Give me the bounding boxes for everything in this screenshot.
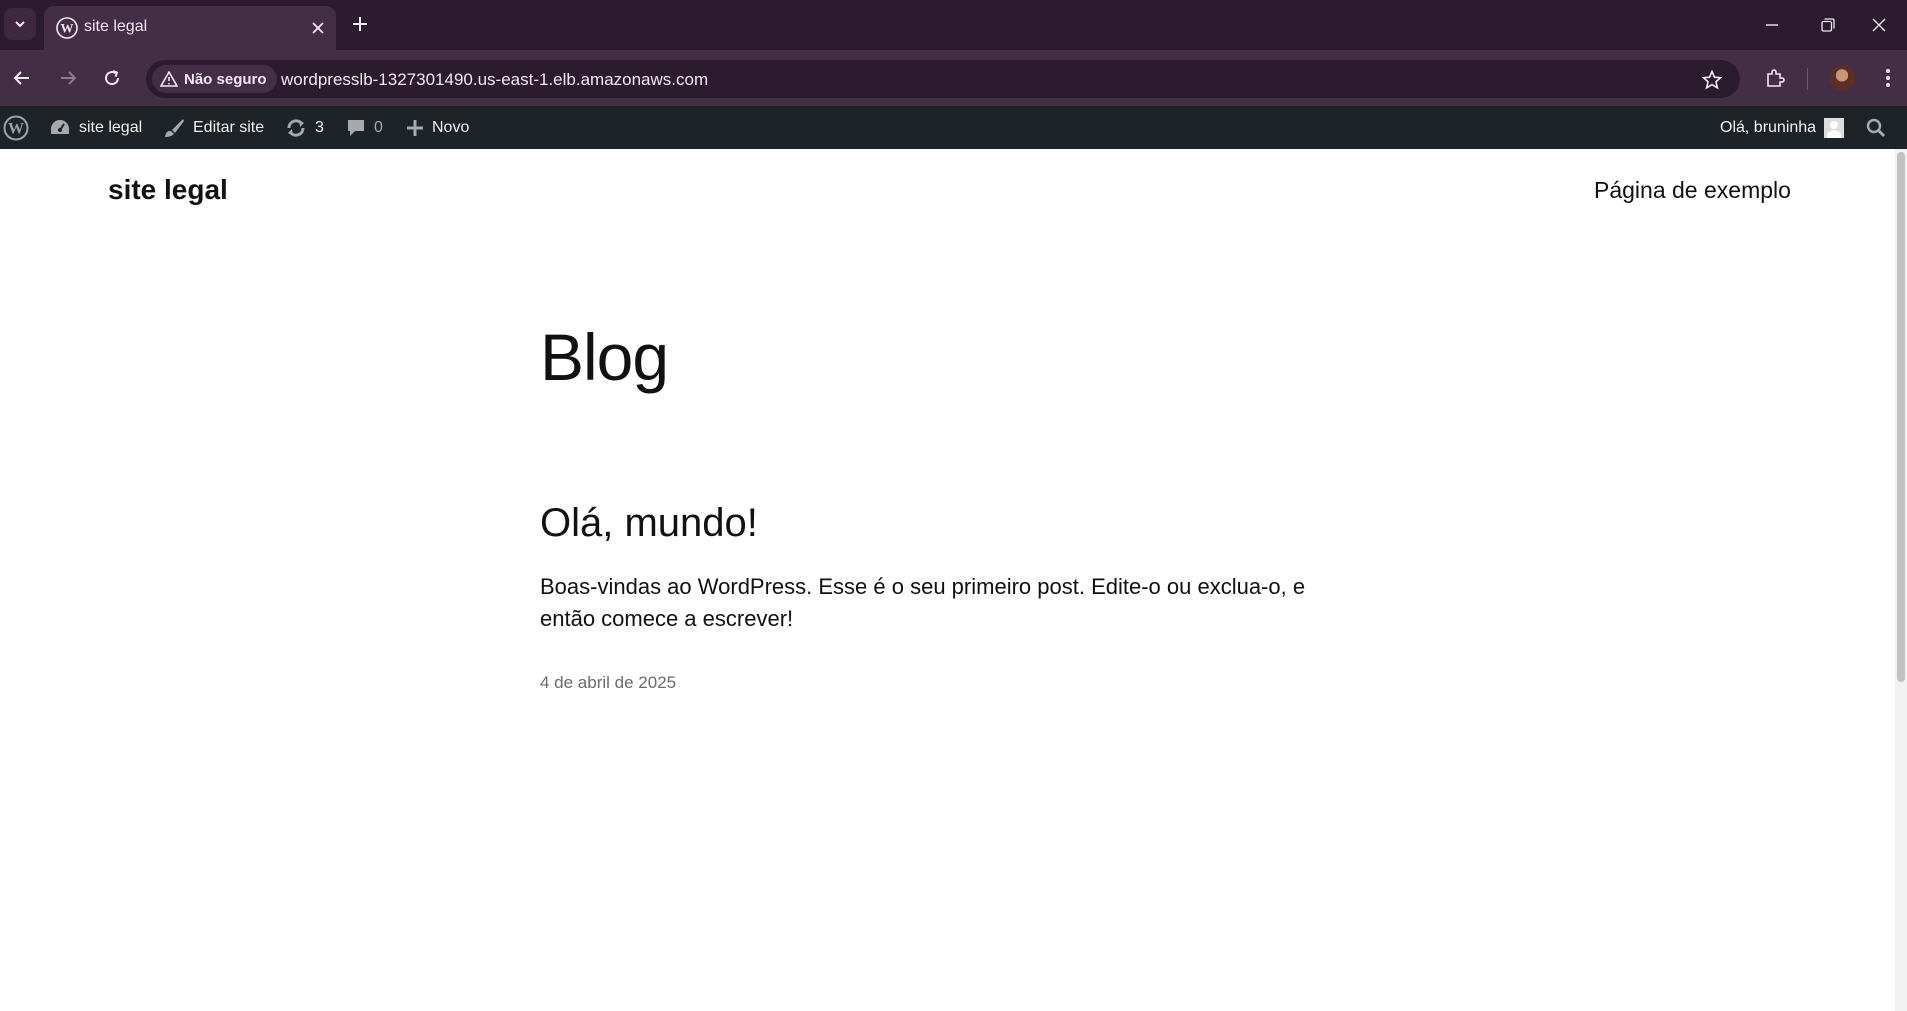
wordpress-logo-icon: W bbox=[3, 115, 29, 140]
greeting-label: Olá, bruninha bbox=[1720, 118, 1817, 136]
scrollbar-thumb[interactable] bbox=[1897, 152, 1905, 682]
site-name-menu[interactable]: site legal bbox=[49, 106, 142, 149]
address-bar[interactable]: Não seguro wordpresslb-1327301490.us-eas… bbox=[146, 60, 1740, 98]
extensions-icon bbox=[1767, 69, 1785, 87]
wp-admin-bar: W site legal Editar site 3 0 Novo Olá, b… bbox=[0, 106, 1907, 149]
page-title: Blog bbox=[540, 320, 669, 394]
site-name-label: site legal bbox=[79, 118, 143, 136]
new-tab-button[interactable] bbox=[348, 10, 372, 38]
toolbar-separator bbox=[1807, 68, 1808, 90]
wp-logo-menu[interactable]: W bbox=[3, 106, 29, 149]
admin-search-button[interactable] bbox=[1866, 106, 1886, 149]
reload-button[interactable] bbox=[96, 62, 128, 94]
post-date[interactable]: 4 de abril de 2025 bbox=[540, 673, 676, 693]
back-arrow-icon bbox=[13, 71, 29, 85]
nav-link-sample-page[interactable]: Página de exemplo bbox=[1594, 177, 1791, 204]
comment-icon bbox=[348, 119, 364, 136]
post-excerpt: Boas-vindas ao WordPress. Esse é o seu p… bbox=[540, 574, 1306, 631]
profile-avatar[interactable] bbox=[1829, 65, 1855, 91]
site-title[interactable]: site legal bbox=[108, 174, 228, 206]
user-avatar bbox=[1824, 117, 1845, 138]
forward-arrow-icon bbox=[61, 71, 77, 85]
new-label: Novo bbox=[432, 118, 470, 136]
wordpress-favicon: W bbox=[56, 17, 78, 39]
reload-icon bbox=[105, 70, 120, 86]
plus-icon bbox=[353, 17, 367, 31]
search-icon bbox=[1866, 118, 1886, 137]
window-close-icon bbox=[1872, 18, 1886, 32]
menu-button[interactable] bbox=[1872, 62, 1904, 94]
minimize-icon bbox=[1766, 24, 1778, 26]
restore-button[interactable] bbox=[1800, 0, 1856, 50]
updates-count: 3 bbox=[315, 118, 324, 136]
updates-menu[interactable]: 3 bbox=[285, 106, 324, 149]
comments-menu[interactable]: 0 bbox=[346, 106, 383, 149]
security-label: Não seguro bbox=[184, 70, 267, 88]
new-content-menu[interactable]: Novo bbox=[406, 106, 469, 149]
kebab-menu-icon bbox=[1886, 69, 1890, 87]
close-icon bbox=[312, 22, 324, 34]
brush-icon bbox=[165, 118, 184, 137]
bookmark-button[interactable] bbox=[1700, 68, 1724, 92]
star-icon bbox=[1702, 70, 1722, 90]
active-tab[interactable]: W site legal bbox=[44, 6, 336, 50]
svg-text:W: W bbox=[8, 120, 24, 137]
tab-strip: W site legal bbox=[0, 0, 1907, 50]
comments-count: 0 bbox=[374, 118, 383, 136]
svg-text:W: W bbox=[61, 21, 74, 36]
minimize-button[interactable] bbox=[1744, 0, 1800, 50]
edit-site-menu[interactable]: Editar site bbox=[163, 106, 264, 149]
restore-icon bbox=[1821, 18, 1835, 32]
url-text[interactable]: wordpresslb-1327301490.us-east-1.elb.ama… bbox=[281, 70, 708, 90]
edit-site-label: Editar site bbox=[193, 118, 265, 136]
extensions-button[interactable] bbox=[1759, 62, 1791, 94]
forward-button[interactable] bbox=[52, 62, 84, 94]
my-account-menu[interactable]: Olá, bruninha bbox=[1720, 106, 1845, 149]
warning-icon bbox=[160, 71, 178, 87]
security-chip[interactable]: Não seguro bbox=[152, 65, 277, 93]
post-title[interactable]: Olá, mundo! bbox=[540, 501, 758, 546]
browser-toolbar: Não seguro wordpresslb-1327301490.us-eas… bbox=[0, 50, 1907, 106]
tab-close-button[interactable] bbox=[306, 16, 330, 40]
tab-list-icon bbox=[15, 21, 25, 28]
plus-icon bbox=[407, 119, 423, 136]
tab-list-button[interactable] bbox=[4, 8, 36, 40]
dashboard-icon bbox=[51, 119, 69, 134]
updates-icon bbox=[287, 118, 305, 137]
browser-window: W site legal Não seguro wordpresslb-1327… bbox=[0, 0, 1907, 1011]
back-button[interactable] bbox=[6, 62, 38, 94]
page-content: site legal Página de exemplo Blog Olá, m… bbox=[0, 149, 1895, 1011]
tab-title: site legal bbox=[84, 18, 148, 35]
window-close-button[interactable] bbox=[1851, 0, 1907, 50]
